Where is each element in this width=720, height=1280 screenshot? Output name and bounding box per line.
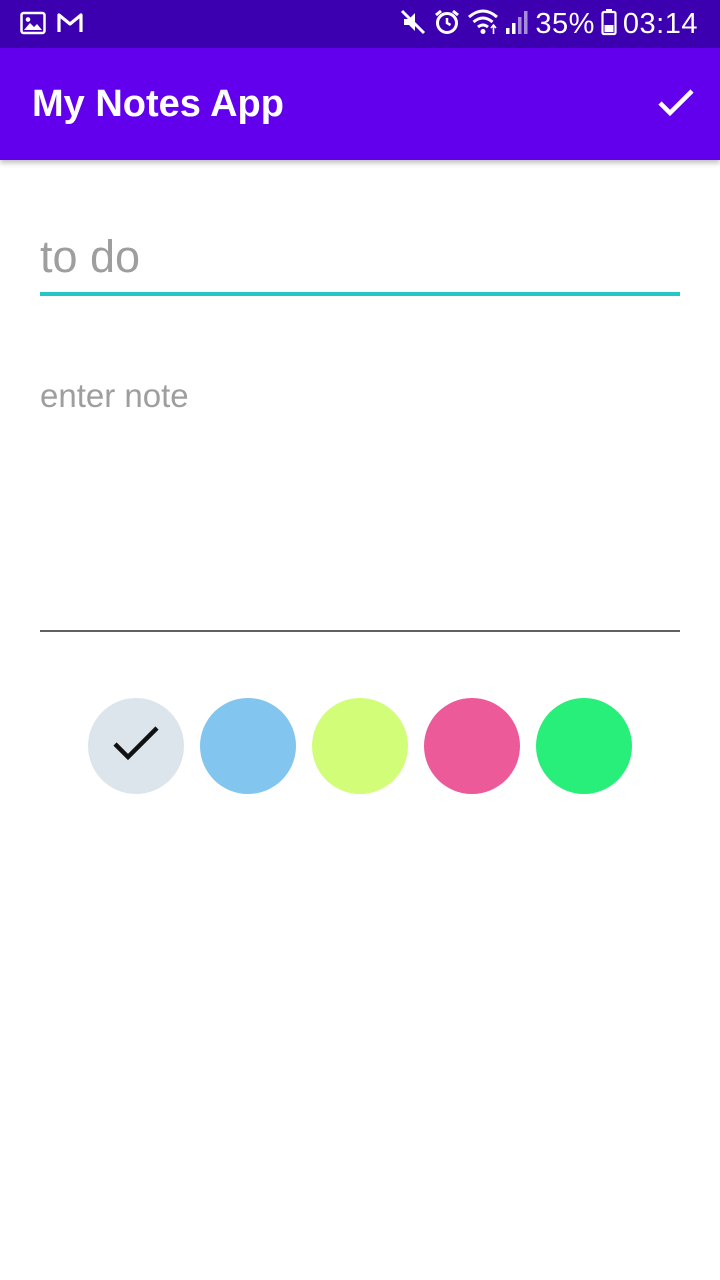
app-title: My Notes App — [32, 83, 284, 125]
note-title-input[interactable] — [40, 222, 680, 296]
gmail-icon — [56, 11, 84, 39]
status-bar: 35% 03:14 — [0, 0, 720, 48]
system-status: 35% 03:14 — [399, 7, 698, 41]
color-swatch-blue[interactable] — [200, 698, 296, 794]
image-icon — [20, 11, 46, 39]
clock: 03:14 — [622, 8, 698, 40]
battery-percent: 35% — [535, 8, 595, 40]
selected-check-icon — [111, 724, 161, 768]
mute-icon — [399, 8, 427, 40]
check-icon — [657, 87, 695, 121]
color-swatch-pink[interactable] — [424, 698, 520, 794]
signal-icon — [505, 8, 529, 40]
color-swatch-lime[interactable] — [312, 698, 408, 794]
note-body-input[interactable] — [40, 374, 680, 632]
wifi-icon — [467, 8, 499, 40]
color-picker — [88, 698, 632, 794]
alarm-icon — [433, 8, 461, 40]
notification-icons — [20, 11, 84, 39]
color-swatch-grey[interactable] — [88, 698, 184, 794]
app-bar: My Notes App — [0, 48, 720, 160]
color-swatch-green[interactable] — [536, 698, 632, 794]
save-button[interactable] — [650, 78, 702, 130]
battery-icon — [601, 8, 617, 40]
